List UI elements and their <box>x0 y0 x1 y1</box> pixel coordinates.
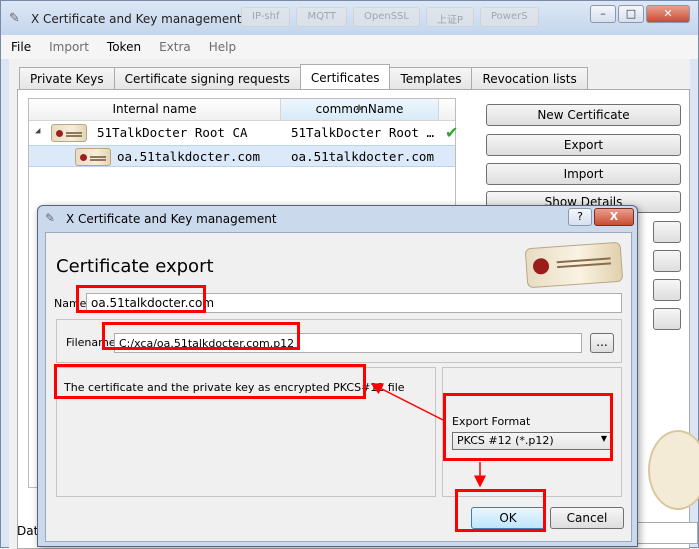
row-common-name: 51TalkDocter Root … <box>291 125 434 140</box>
bg-tab: 上证P <box>425 7 474 27</box>
tab-certificates[interactable]: Certificates <box>299 64 391 89</box>
main-titlebar: ✎ X Certificate and Key management IP-sh… <box>1 1 698 35</box>
column-common-name[interactable]: ▲ commonName <box>281 99 439 120</box>
dialog-body: Certificate export Name oa.51talkdocter.… <box>45 232 632 542</box>
tab-revocation-lists[interactable]: Revocation lists <box>471 67 588 89</box>
tree-row[interactable]: oa.51talkdocter.com oa.51talkdocter.com <box>29 145 455 167</box>
bg-tab: MQTT <box>296 7 347 27</box>
cancel-button[interactable]: Cancel <box>550 507 624 529</box>
xca-app-icon: ✎ <box>45 211 56 225</box>
certificate-icon <box>75 148 111 166</box>
certificate-icon <box>51 124 87 142</box>
row-internal-name: oa.51talkdocter.com <box>117 149 260 164</box>
menu-extra[interactable]: Extra <box>159 40 191 54</box>
dialog-close-button[interactable]: X <box>594 208 634 226</box>
menu-file[interactable]: File <box>11 40 31 54</box>
new-certificate-button[interactable]: New Certificate <box>486 104 681 126</box>
menu-help[interactable]: Help <box>209 40 236 54</box>
export-format-label: Export Format <box>452 415 531 428</box>
xca-app-icon: ✎ <box>9 11 20 26</box>
name-label: Name <box>54 297 87 310</box>
filename-field[interactable]: C:/xca/oa.51talkdocter.com.p12 <box>114 333 582 353</box>
menu-import[interactable]: Import <box>49 40 89 54</box>
dialog-titlebar: ✎ X Certificate and Key management ? X <box>38 206 637 232</box>
main-window-title: X Certificate and Key management <box>31 12 242 26</box>
background-taskbar-tabs: IP-shf MQTT OpenSSL 上证P PowerS <box>241 7 539 27</box>
background-logo-decoration <box>648 430 699 510</box>
ok-button[interactable]: OK <box>471 507 545 529</box>
action-button[interactable] <box>653 221 681 243</box>
tab-private-keys[interactable]: Private Keys <box>19 67 115 89</box>
export-format-select[interactable]: PKCS #12 (*.p12) ▼ <box>452 432 612 450</box>
filename-label: Filename <box>66 336 116 349</box>
menu-token[interactable]: Token <box>107 40 141 54</box>
row-internal-name: 51TalkDocter Root CA <box>97 125 248 140</box>
action-button[interactable] <box>653 250 681 272</box>
format-description: The certificate and the private key as e… <box>64 381 405 394</box>
trusted-check-icon: ✔ <box>445 123 459 142</box>
bg-tab: IP-shf <box>241 7 291 27</box>
export-format-value: PKCS #12 (*.p12) <box>457 434 554 447</box>
certificate-export-dialog: ✎ X Certificate and Key management ? X C… <box>37 205 638 547</box>
action-button[interactable] <box>653 308 681 330</box>
dropdown-arrow-icon: ▼ <box>600 434 607 443</box>
dialog-title: X Certificate and Key management <box>66 212 277 226</box>
row-common-name: oa.51talkdocter.com <box>291 149 434 164</box>
bg-tab: OpenSSL <box>352 7 420 27</box>
tab-bar: Private Keys Certificate signing request… <box>19 64 588 89</box>
name-field[interactable]: oa.51talkdocter.com <box>86 293 622 313</box>
import-button[interactable]: Import <box>486 163 681 185</box>
close-button[interactable]: ✕ <box>646 5 690 23</box>
maximize-button[interactable]: □ <box>618 5 644 23</box>
tree-row[interactable]: ◢ 51TalkDocter Root CA 51TalkDocter Root… <box>29 122 459 144</box>
action-button[interactable] <box>653 279 681 301</box>
sort-asc-icon: ▲ <box>356 102 363 111</box>
export-button[interactable]: Export <box>486 134 681 156</box>
xca-logo <box>524 241 624 289</box>
tab-csr[interactable]: Certificate signing requests <box>113 67 301 89</box>
tab-templates[interactable]: Templates <box>389 67 473 89</box>
menu-bar: File Import Token Extra Help <box>1 35 698 59</box>
collapse-arrow-icon[interactable]: ◢ <box>35 126 40 136</box>
tree-header: Internal name ▲ commonName <box>29 99 455 121</box>
date-label: Dat <box>17 524 39 538</box>
help-button[interactable]: ? <box>568 208 592 226</box>
bg-tab: PowerS <box>480 7 539 27</box>
browse-button[interactable]: ... <box>590 333 614 353</box>
column-internal-name[interactable]: Internal name <box>29 99 281 120</box>
minimize-button[interactable]: – <box>590 5 616 23</box>
dialog-heading: Certificate export <box>56 256 214 277</box>
